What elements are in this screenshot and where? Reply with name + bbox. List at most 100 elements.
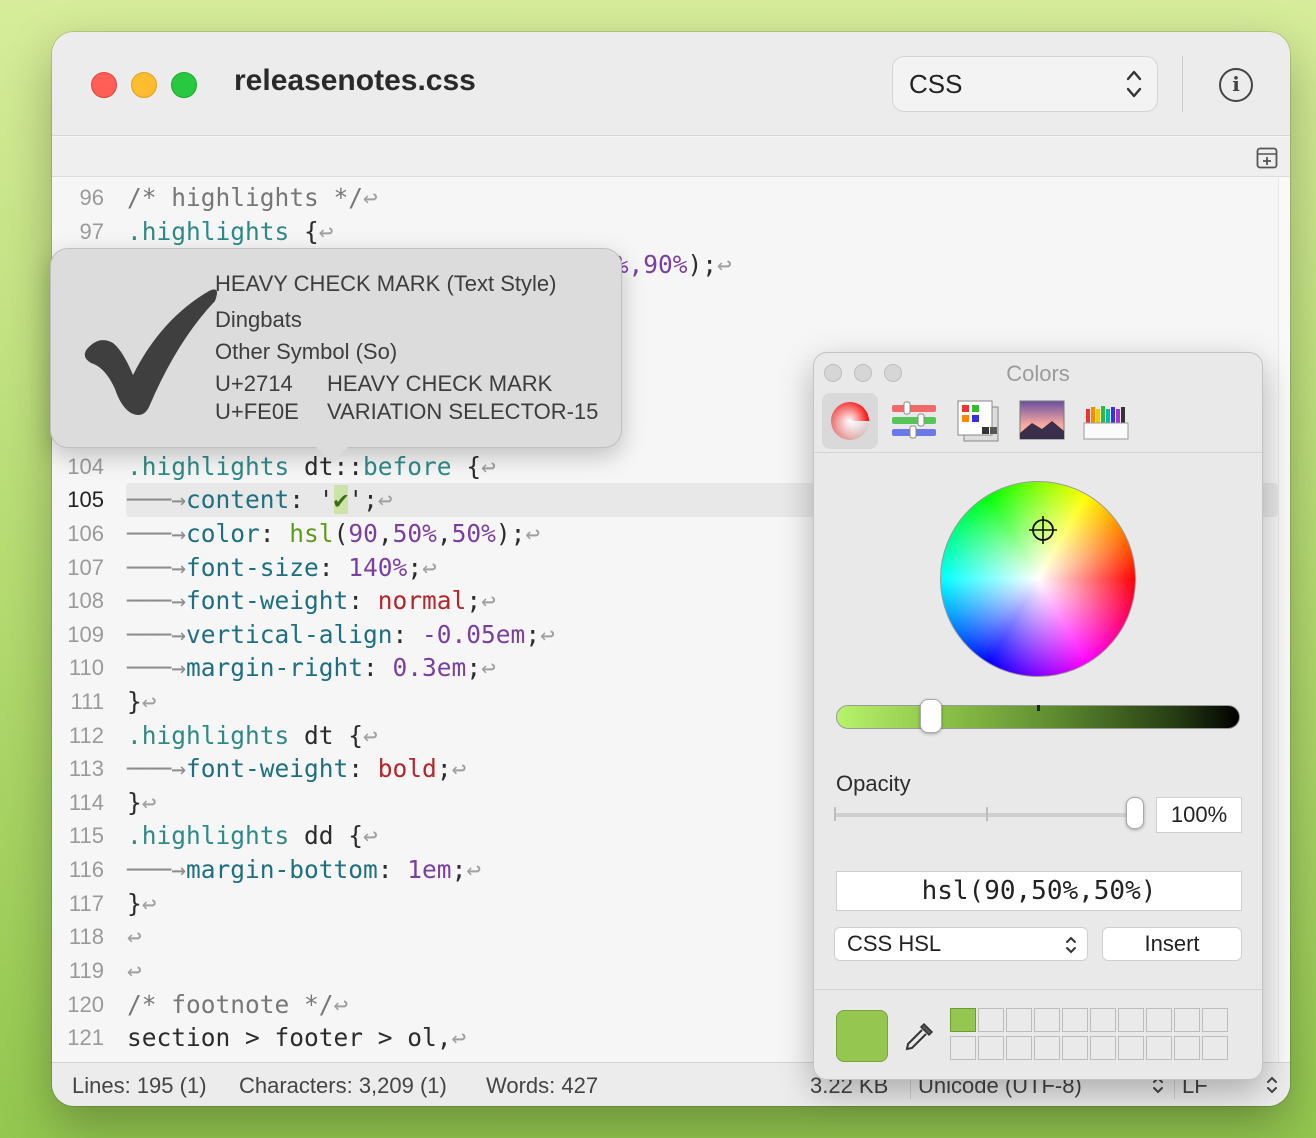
code-line[interactable]: 97 .highlights {↩ (52, 215, 1278, 249)
code-token: 90 (348, 519, 378, 548)
code-token: ↩ (422, 553, 437, 582)
vertical-scrollbar[interactable] (1278, 178, 1290, 1062)
word-count: Words: 427 (486, 1073, 599, 1098)
line-number: 96 (79, 185, 104, 210)
code-text: }↩ (127, 786, 157, 820)
code-line[interactable]: 96 /* highlights */↩ (52, 181, 1278, 215)
saved-swatch[interactable] (1034, 1036, 1060, 1060)
line-number: 107 (67, 555, 104, 580)
code-token: font-weight (186, 586, 349, 615)
opacity-field[interactable]: 100% (1156, 797, 1242, 833)
line-number: 105 (67, 487, 104, 512)
code-token: ↩ (540, 620, 555, 649)
line-number: 115 (68, 823, 104, 848)
code-token: : (348, 586, 378, 615)
saved-swatch[interactable] (1146, 1008, 1172, 1032)
saved-swatch[interactable] (1090, 1036, 1116, 1060)
pencils-icon[interactable] (1078, 393, 1134, 449)
saved-swatch[interactable] (1174, 1008, 1200, 1032)
code-token: ───→ (127, 754, 187, 783)
character-info-popover: HEAVY CHECK MARK (Text Style) Dingbats O… (50, 248, 622, 448)
code-token: ───→ (127, 485, 187, 514)
saved-swatch[interactable] (1118, 1036, 1144, 1060)
code-token: ↩ (481, 586, 496, 615)
color-value-field[interactable]: hsl(90,50%,50%) (836, 871, 1242, 911)
character-name: HEAVY CHECK MARK (Text Style) (215, 271, 557, 296)
line-number: 117 (68, 891, 104, 916)
insert-button[interactable]: Insert (1102, 927, 1242, 961)
color-wheel[interactable] (940, 481, 1136, 677)
format-chevron-icon (1066, 936, 1076, 954)
saved-swatch[interactable] (950, 1008, 976, 1032)
line-number: 121 (67, 1025, 104, 1050)
color-sliders-icon[interactable] (886, 393, 942, 449)
code-token: dd { (289, 821, 364, 850)
eyedropper-icon[interactable] (902, 1018, 938, 1054)
brightness-slider-knob[interactable] (920, 699, 942, 733)
color-wheel-icon (831, 402, 869, 440)
line-number: 110 (68, 655, 104, 680)
opacity-slider[interactable] (834, 813, 1136, 817)
code-token: ───→ (127, 586, 187, 615)
saved-swatch[interactable] (1202, 1036, 1228, 1060)
saved-swatch[interactable] (1202, 1008, 1228, 1032)
saved-swatch[interactable] (950, 1036, 976, 1060)
split-editor-icon[interactable] (1256, 147, 1278, 169)
saved-swatch[interactable] (1090, 1008, 1116, 1032)
code-token: font-size (186, 553, 319, 582)
syntax-selector[interactable]: CSS (892, 56, 1158, 112)
line-number: 108 (67, 588, 104, 613)
saved-swatch[interactable] (1034, 1008, 1060, 1032)
info-icon: i (1232, 72, 1240, 96)
code-token: ↩ (363, 821, 378, 850)
code-token: : (363, 653, 393, 682)
code-text: .highlights dd {↩ (127, 819, 378, 853)
colors-panel: Colors Opacity 100% hsl(90,50%,50%) CSS … (813, 352, 1263, 1080)
opacity-slider-knob[interactable] (1126, 797, 1144, 829)
close-button[interactable] (91, 72, 117, 98)
code-token: ↩ (127, 922, 142, 951)
line-number: 116 (68, 857, 104, 882)
code-token: 140% (348, 553, 408, 582)
color-format-selector[interactable]: CSS HSL (834, 927, 1088, 961)
saved-swatch[interactable] (1062, 1036, 1088, 1060)
code-text: ───→margin-right: 0.3em;↩ (127, 651, 496, 685)
popover-arrow (316, 447, 348, 463)
swatch-area (814, 989, 1262, 1079)
line-number: 112 (68, 723, 104, 748)
saved-swatch[interactable] (1062, 1008, 1088, 1032)
color-palettes-icon[interactable] (950, 393, 1006, 449)
code-text: /* highlights */↩ (127, 181, 378, 215)
code-token: ───→ (127, 620, 187, 649)
line-number: 113 (68, 756, 104, 781)
code-token: ↩ (481, 452, 496, 481)
saved-swatch[interactable] (978, 1036, 1004, 1060)
image-palettes-icon[interactable] (1014, 393, 1070, 449)
info-button[interactable]: i (1219, 68, 1253, 102)
saved-swatch[interactable] (1006, 1008, 1032, 1032)
minimize-button[interactable] (131, 72, 157, 98)
line-number: 120 (67, 992, 104, 1017)
syntax-selector-label: CSS (909, 69, 963, 99)
code-token: ; (466, 653, 482, 682)
code-token: margin-bottom (186, 855, 378, 884)
code-token: ↩ (141, 788, 157, 817)
color-wheel-tab[interactable] (822, 393, 878, 449)
current-color-swatch[interactable] (836, 1010, 888, 1062)
saved-swatch[interactable] (1006, 1036, 1032, 1060)
code-token: ↩ (481, 653, 496, 682)
code-token: ↩ (451, 1023, 467, 1052)
saved-swatch[interactable] (978, 1008, 1004, 1032)
saved-swatch[interactable] (1174, 1036, 1200, 1060)
code-token: : (348, 754, 378, 783)
code-token: .highlights (127, 452, 290, 481)
color-crosshair-icon[interactable] (1028, 515, 1058, 545)
updown-chevron-icon (1126, 70, 1142, 98)
code-token: ───→ (127, 855, 187, 884)
panel-title: Colors (1006, 361, 1070, 386)
saved-swatch[interactable] (1118, 1008, 1144, 1032)
zoom-button[interactable] (171, 72, 197, 98)
code-token: : (259, 519, 290, 548)
saved-swatch[interactable] (1146, 1036, 1172, 1060)
code-token: ↩ (318, 217, 334, 246)
